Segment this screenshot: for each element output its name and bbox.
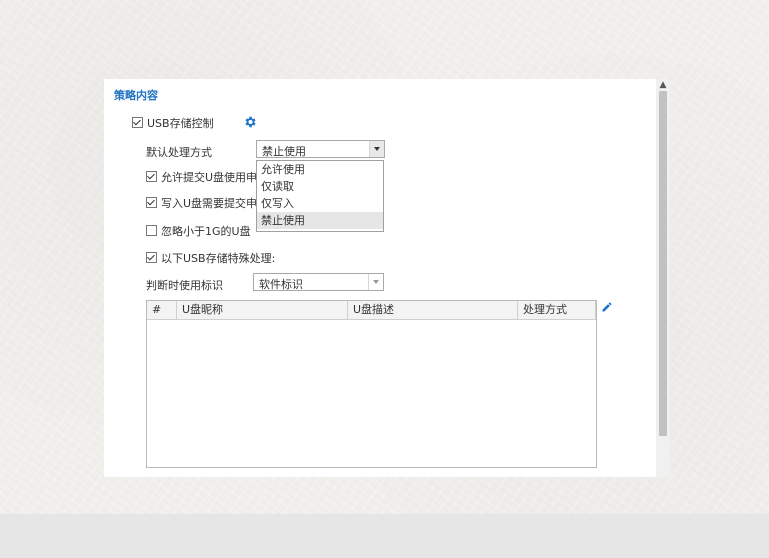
dropdown-option[interactable]: 允许使用: [257, 161, 383, 178]
ignore-small-label: 忽略小于1G的U盘: [161, 225, 251, 238]
identifier-label: 判断时使用标识: [146, 279, 223, 292]
ignore-small-checkbox[interactable]: 忽略小于1G的U盘: [146, 223, 251, 239]
policy-content-panel: 策略内容 USB存储控制 默认处理方式 禁止使用 允许使用 仅读取 仅写入 禁止…: [104, 79, 656, 477]
allow-submit-label: 允许提交U盘使用申: [161, 171, 258, 184]
identifier-select[interactable]: 软件标识: [253, 273, 384, 291]
bottom-band: [0, 514, 769, 558]
usb-special-table: # U盘昵称 U盘描述 处理方式: [146, 300, 597, 468]
handling-dropdown: 允许使用 仅读取 仅写入 禁止使用: [256, 160, 384, 232]
table-header: # U盘昵称 U盘描述 处理方式: [147, 301, 596, 320]
dropdown-option[interactable]: 仅写入: [257, 195, 383, 212]
checkbox-checked-icon: [132, 117, 143, 128]
column-header-index[interactable]: #: [147, 301, 177, 319]
checkbox-checked-icon: [146, 171, 157, 182]
usb-control-checkbox[interactable]: USB存储控制: [132, 115, 214, 131]
checkbox-checked-icon: [146, 197, 157, 208]
checkbox-unchecked-icon: [146, 225, 157, 236]
vertical-scrollbar[interactable]: ▲: [656, 79, 670, 477]
identifier-value: 软件标识: [259, 278, 303, 291]
chevron-down-icon[interactable]: [368, 274, 383, 290]
gear-icon[interactable]: [243, 115, 257, 129]
checkbox-checked-icon: [146, 252, 157, 263]
dropdown-option[interactable]: 仅读取: [257, 178, 383, 195]
column-header-handling[interactable]: 处理方式: [518, 301, 596, 319]
dropdown-option-selected[interactable]: 禁止使用: [257, 212, 383, 229]
scroll-thumb[interactable]: [659, 91, 667, 436]
column-header-nickname[interactable]: U盘昵称: [177, 301, 348, 319]
chevron-down-icon[interactable]: [369, 141, 384, 157]
default-handling-value: 禁止使用: [262, 145, 306, 158]
default-handling-label: 默认处理方式: [146, 146, 212, 159]
pencil-icon[interactable]: [601, 301, 613, 313]
section-title: 策略内容: [114, 89, 158, 102]
special-handling-label: 以下USB存储特殊处理:: [161, 252, 276, 265]
default-handling-select[interactable]: 禁止使用: [256, 140, 385, 158]
scroll-up-arrow-icon[interactable]: ▲: [656, 79, 670, 91]
special-handling-checkbox[interactable]: 以下USB存储特殊处理:: [146, 250, 275, 266]
usb-control-label: USB存储控制: [147, 117, 214, 130]
write-requires-checkbox[interactable]: 写入U盘需要提交申: [146, 195, 257, 211]
column-header-description[interactable]: U盘描述: [348, 301, 518, 319]
write-requires-label: 写入U盘需要提交申: [161, 197, 258, 210]
allow-submit-checkbox[interactable]: 允许提交U盘使用申: [146, 169, 257, 185]
